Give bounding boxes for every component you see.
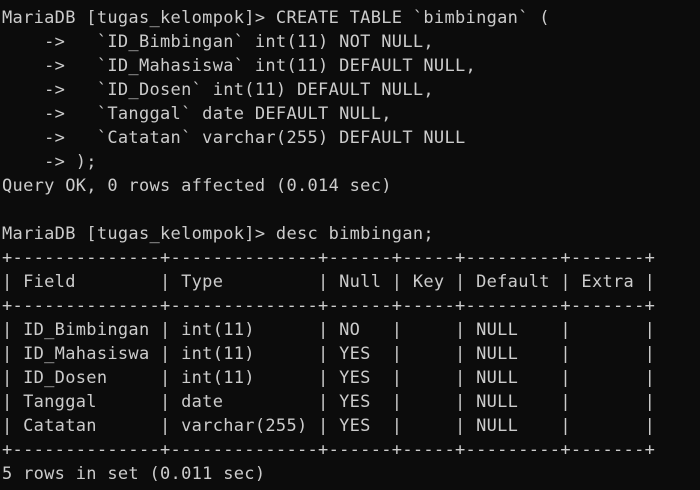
continuation-line: -> `ID_Mahasiswa` int(11) DEFAULT NULL, (2, 56, 477, 76)
table-row: | ID_Dosen | int(11) | YES | | NULL | | (2, 368, 656, 388)
continuation-line: -> `Tanggal` date DEFAULT NULL, (2, 104, 392, 124)
continuation-line: -> `Catatan` varchar(255) DEFAULT NULL (2, 128, 466, 148)
prompt-desc: MariaDB [tugas_kelompok]> desc bimbingan… (2, 224, 434, 244)
table-border: +--------------+--------------+------+--… (2, 440, 656, 460)
prompt-create-table: MariaDB [tugas_kelompok]> CREATE TABLE `… (2, 8, 550, 28)
table-row: | ID_Mahasiswa | int(11) | YES | | NULL … (2, 344, 656, 364)
table-border: +--------------+--------------+------+--… (2, 296, 656, 316)
terminal-window[interactable]: MariaDB [tugas_kelompok]> CREATE TABLE `… (0, 0, 700, 490)
rows-in-set-message: 5 rows in set (0.011 sec) (2, 464, 266, 484)
table-row: | Catatan | varchar(255) | YES | | NULL … (2, 416, 656, 436)
table-row: | ID_Bimbingan | int(11) | NO | | NULL |… (2, 320, 656, 340)
continuation-line: -> `ID_Dosen` int(11) DEFAULT NULL, (2, 80, 434, 100)
table-border: +--------------+--------------+------+--… (2, 248, 656, 268)
continuation-line: -> ); (2, 152, 97, 172)
query-ok-message: Query OK, 0 rows affected (0.014 sec) (2, 176, 392, 196)
table-header-row: | Field | Type | Null | Key | Default | … (2, 272, 656, 292)
table-row: | Tanggal | date | YES | | NULL | | (2, 392, 656, 412)
continuation-line: -> `ID_Bimbingan` int(11) NOT NULL, (2, 32, 434, 52)
